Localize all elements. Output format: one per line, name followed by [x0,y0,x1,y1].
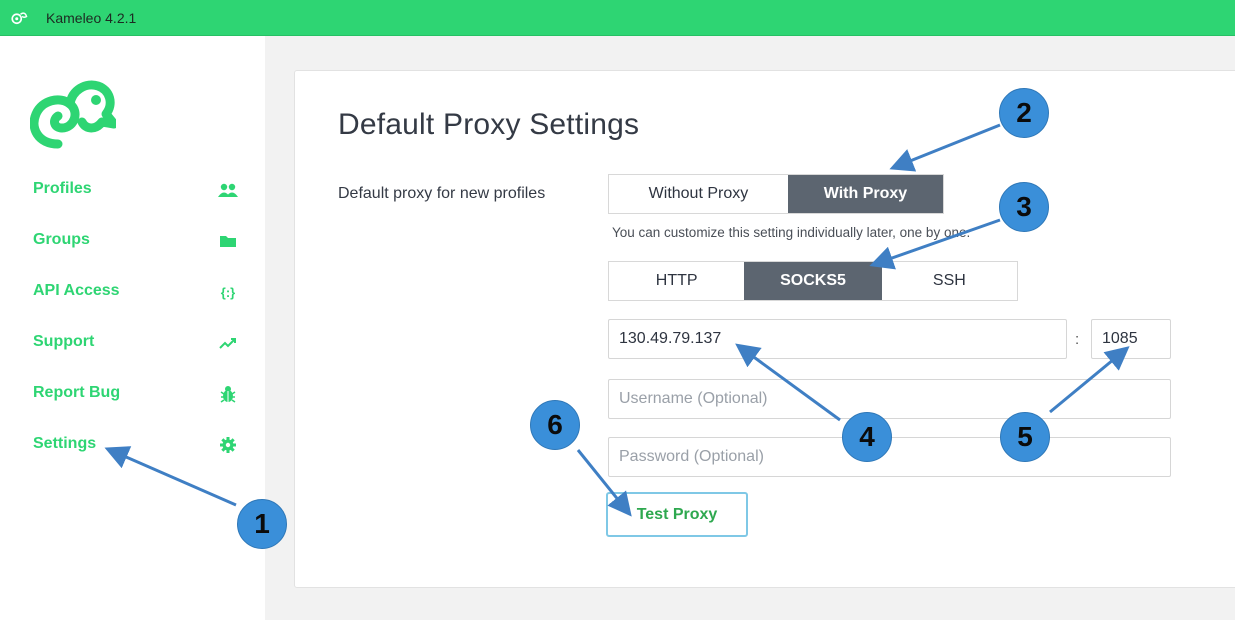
kameleo-logo-icon [11,11,28,24]
sidebar-item-label: Profiles [33,180,92,197]
sidebar-item-api-access[interactable]: API Access {:} [0,272,265,312]
annotation-badge-3: 3 [999,182,1049,232]
ssh-option[interactable]: SSH [882,262,1017,300]
sidebar-item-settings[interactable]: Settings [0,425,265,465]
without-proxy-option[interactable]: Without Proxy [609,175,788,213]
annotation-badge-4: 4 [842,412,892,462]
customize-hint: You can customize this setting individua… [612,225,971,240]
sidebar-item-label: API Access [33,282,120,299]
sidebar-item-label: Support [33,333,95,350]
proxy-mode-toggle: Without Proxy With Proxy [608,174,944,214]
sidebar-item-label: Report Bug [33,384,121,401]
gear-icon [216,433,240,457]
sidebar-item-support[interactable]: Support [0,323,265,363]
title-bar: Kameleo 4.2.1 [0,0,1235,36]
sidebar-item-groups[interactable]: Groups [0,221,265,261]
annotation-badge-6: 6 [530,400,580,450]
kameleo-logo [30,80,116,149]
users-icon [216,178,240,202]
sidebar-item-label: Groups [33,231,90,248]
sidebar-item-report-bug[interactable]: Report Bug [0,374,265,414]
bug-icon [216,382,240,406]
sidebar-item-profiles[interactable]: Profiles [0,170,265,210]
annotation-badge-5: 5 [1000,412,1050,462]
test-proxy-button[interactable]: Test Proxy [606,492,748,537]
host-port-separator: : [1075,331,1080,348]
with-proxy-option[interactable]: With Proxy [787,175,943,213]
code-braces-icon: {:} [220,284,236,300]
window-title: Kameleo 4.2.1 [46,9,137,26]
annotation-badge-1: 1 [237,499,287,549]
proxy-type-toggle: HTTP SOCKS5 SSH [608,261,1018,301]
default-proxy-label: Default proxy for new profiles [338,185,546,202]
trending-up-icon [216,331,240,355]
proxy-host-input[interactable]: 130.49.79.137 [608,319,1067,359]
page-title: Default Proxy Settings [338,108,640,141]
username-input[interactable]: Username (Optional) [608,379,1171,419]
proxy-port-input[interactable]: 1085 [1091,319,1171,359]
annotation-badge-2: 2 [999,88,1049,138]
socks5-option[interactable]: SOCKS5 [744,262,882,300]
folder-icon [216,229,240,253]
sidebar-item-label: Settings [33,435,97,452]
http-option[interactable]: HTTP [609,262,744,300]
